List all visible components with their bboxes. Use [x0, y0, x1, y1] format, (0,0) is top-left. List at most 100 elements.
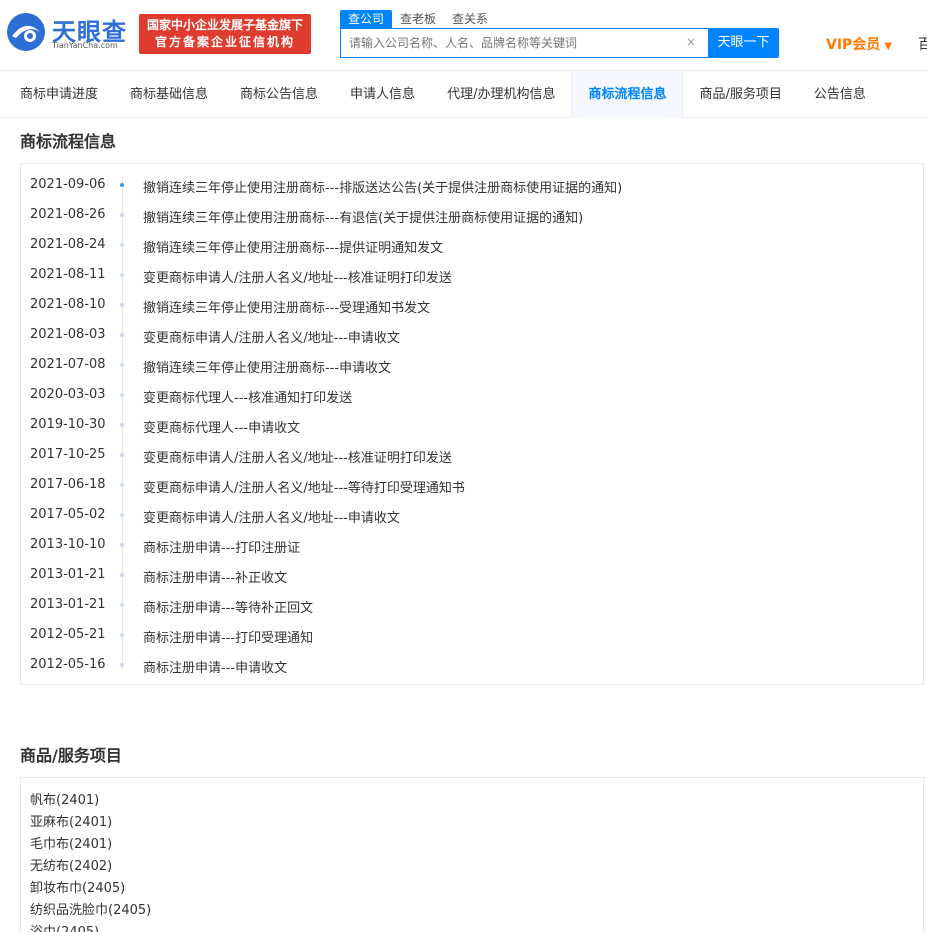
timeline-dot-icon: [120, 273, 124, 277]
timeline-date: 2021-08-26: [30, 207, 106, 222]
goods-section-title: 商品/服务项目: [20, 746, 122, 765]
timeline-description: 撤销连续三年停止使用注册商标---受理通知书发文: [143, 301, 431, 316]
search-input[interactable]: [349, 29, 679, 57]
timeline-date: 2013-01-21: [30, 597, 106, 612]
timeline-date: 2021-08-11: [30, 267, 106, 282]
timeline-date: 2013-10-10: [30, 537, 106, 552]
logo-subtitle: TianYanCha.com: [52, 41, 118, 50]
tab-process-info[interactable]: 商标流程信息: [571, 71, 684, 118]
header-edge-text[interactable]: 百: [918, 34, 927, 54]
tab-announcements[interactable]: 公告信息: [798, 71, 882, 118]
process-section-title: 商标流程信息: [20, 132, 117, 151]
timeline-row: 2013-10-10 商标注册申请---打印注册证: [21, 530, 921, 560]
site-logo[interactable]: 天眼查 TianYanCha.com: [4, 10, 134, 54]
timeline-date: 2020-03-03: [30, 387, 106, 402]
tab-application-progress[interactable]: 商标申请进度: [0, 71, 114, 118]
timeline-dot-icon: [120, 183, 124, 187]
timeline-dot-icon: [120, 243, 124, 247]
search-tab-company[interactable]: 查公司: [340, 10, 393, 28]
timeline-description: 撤销连续三年停止使用注册商标---申请收文: [143, 361, 392, 376]
timeline-description: 商标注册申请---打印受理通知: [143, 631, 314, 646]
timeline-row: 2017-06-18 变更商标申请人/注册人名义/地址---等待打印受理通知书: [21, 470, 921, 500]
caret-down-icon: ▼: [884, 41, 893, 52]
search-tab-boss[interactable]: 查老板: [392, 10, 444, 28]
timeline-date: 2021-09-06: [30, 177, 106, 192]
goods-item: 亚麻布(2401): [30, 815, 113, 830]
timeline-description: 撤销连续三年停止使用注册商标---排版送达公告(关于提供注册商标使用证据的通知): [143, 181, 623, 196]
timeline-date: 2013-01-21: [30, 567, 106, 582]
timeline-date: 2021-08-03: [30, 327, 106, 342]
timeline-date: 2012-05-21: [30, 627, 106, 642]
timeline-date: 2019-10-30: [30, 417, 106, 432]
eye-logo-icon: [7, 13, 45, 51]
timeline-description: 商标注册申请---补正收文: [143, 571, 288, 586]
timeline-dot-icon: [120, 393, 124, 397]
vip-label: VIP会员: [826, 37, 881, 53]
timeline-dot-icon: [120, 633, 124, 637]
timeline-dot-icon: [120, 603, 124, 607]
goods-item: 纺织品洗脸巾(2405): [30, 903, 152, 918]
timeline-description: 变更商标申请人/注册人名义/地址---等待打印受理通知书: [143, 481, 465, 496]
timeline-date: 2017-06-18: [30, 477, 106, 492]
goods-item: 无纺布(2402): [30, 859, 113, 874]
timeline-description: 撤销连续三年停止使用注册商标---有退信(关于提供注册商标使用证据的通知): [143, 211, 584, 226]
timeline-dot-icon: [120, 333, 124, 337]
process-timeline: 2021-09-06 撤销连续三年停止使用注册商标---排版送达公告(关于提供注册…: [20, 163, 924, 685]
timeline-dot-icon: [120, 513, 124, 517]
timeline-dot-icon: [120, 453, 124, 457]
timeline-dot-icon: [120, 363, 124, 367]
badge-line-2: 官方备案企业征信机构: [154, 35, 295, 49]
tab-applicant-info[interactable]: 申请人信息: [334, 71, 431, 118]
timeline-row: 2021-08-10 撤销连续三年停止使用注册商标---受理通知书发文: [21, 290, 921, 320]
tab-agency-info[interactable]: 代理/办理机构信息: [431, 71, 571, 118]
timeline-description: 变更商标申请人/注册人名义/地址---核准证明打印发送: [143, 451, 452, 466]
timeline-description: 变更商标申请人/注册人名义/地址---申请收文: [143, 331, 400, 346]
timeline-row: 2021-08-26 撤销连续三年停止使用注册商标---有退信(关于提供注册商标使…: [21, 200, 921, 230]
timeline-row: 2021-08-03 变更商标申请人/注册人名义/地址---申请收文: [21, 320, 921, 350]
timeline-row: 2021-07-08 撤销连续三年停止使用注册商标---申请收文: [21, 350, 921, 380]
timeline-row: 2020-03-03 变更商标代理人---核准通知打印发送: [21, 380, 921, 410]
timeline-description: 撤销连续三年停止使用注册商标---提供证明通知发文: [143, 241, 444, 256]
tab-announcement-info[interactable]: 商标公告信息: [224, 71, 334, 118]
timeline-row: 2021-08-11 变更商标申请人/注册人名义/地址---核准证明打印发送: [21, 260, 921, 290]
timeline-description: 商标注册申请---申请收文: [143, 661, 288, 676]
search-box: ×: [340, 28, 708, 58]
timeline-row: 2012-05-16 商标注册申请---申请收文: [21, 650, 921, 680]
timeline-dot-icon: [120, 663, 124, 667]
timeline-description: 商标注册申请---等待补正回文: [143, 601, 314, 616]
goods-item: 卸妆布巾(2405): [30, 881, 126, 896]
timeline-row: 2013-01-21 商标注册申请---补正收文: [21, 560, 921, 590]
search-tab-relation[interactable]: 查关系: [444, 10, 496, 28]
timeline-dot-icon: [120, 483, 124, 487]
goods-item: 毛巾布(2401): [30, 837, 113, 852]
timeline-description: 商标注册申请---打印注册证: [143, 541, 301, 556]
timeline-row: 2021-09-06 撤销连续三年停止使用注册商标---排版送达公告(关于提供注册…: [21, 170, 921, 200]
official-badge: 国家中小企业发展子基金旗下 官方备案企业征信机构: [139, 14, 311, 54]
timeline-dot-icon: [120, 573, 124, 577]
timeline-description: 变更商标代理人---核准通知打印发送: [143, 391, 353, 406]
timeline-description: 变更商标申请人/注册人名义/地址---核准证明打印发送: [143, 271, 452, 286]
goods-item: 浴巾(2405): [30, 921, 99, 932]
timeline-date: 2017-05-02: [30, 507, 106, 522]
timeline-dot-icon: [120, 213, 124, 217]
timeline-date: 2021-08-10: [30, 297, 106, 312]
timeline-dot-icon: [120, 423, 124, 427]
timeline-row: 2019-10-30 变更商标代理人---申请收文: [21, 410, 921, 440]
clear-icon[interactable]: ×: [686, 35, 696, 49]
timeline-row: 2012-05-21 商标注册申请---打印受理通知: [21, 620, 921, 650]
timeline-date: 2021-08-24: [30, 237, 106, 252]
search-type-tabs: 查公司 查老板 查关系: [340, 10, 496, 28]
goods-item: 帆布(2401): [30, 793, 100, 808]
tab-basic-info[interactable]: 商标基础信息: [114, 71, 224, 118]
tab-goods-services[interactable]: 商品/服务项目: [683, 71, 797, 118]
badge-line-1: 国家中小企业发展子基金旗下: [146, 18, 303, 32]
section-tabbar: 商标申请进度 商标基础信息 商标公告信息 申请人信息 代理/办理机构信息 商标流…: [0, 70, 927, 118]
timeline-row: 2013-01-21 商标注册申请---等待补正回文: [21, 590, 921, 620]
timeline-dot-icon: [120, 303, 124, 307]
search-button[interactable]: 天眼一下: [708, 28, 779, 58]
vip-member-menu[interactable]: VIP会员 ▼: [826, 34, 892, 54]
timeline-date: 2017-10-25: [30, 447, 106, 462]
timeline-date: 2021-07-08: [30, 357, 106, 372]
goods-list: 帆布(2401) 亚麻布(2401) 毛巾布(2401) 无纺布(2402) 卸妆布巾(…: [20, 777, 924, 932]
timeline-description: 变更商标代理人---申请收文: [143, 421, 301, 436]
